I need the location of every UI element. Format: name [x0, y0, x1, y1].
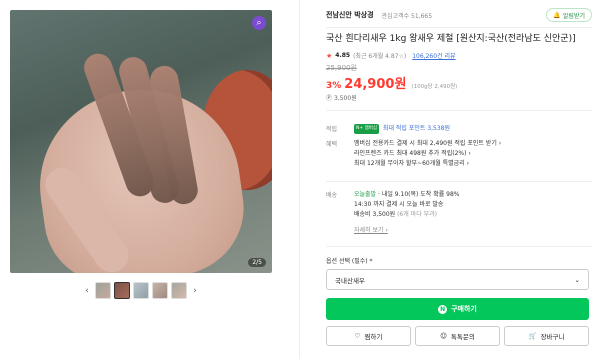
coin-icon: Ⓟ [326, 95, 333, 102]
divider [326, 181, 592, 182]
alarm-label: 알림받기 [562, 12, 585, 20]
chevron-right-icon[interactable]: › [190, 286, 200, 296]
divider [326, 110, 592, 111]
points-label: 적립 [326, 126, 338, 133]
membership-badge: N+ 멤버십 [354, 124, 379, 134]
product-info-panel: 전남신안 박상경 관심고객수 51,665 🔔 알림받기 국산 흰다리새우 1k… [312, 0, 592, 359]
option-selected: 국내산새우 [335, 276, 365, 285]
benefit-item[interactable]: 최대 12개월 무이자 할부~60개월 특별금리 › [354, 159, 592, 169]
delivery-label: 배송 [326, 192, 338, 199]
delivery-fee: 배송비 3,500원 [354, 211, 396, 218]
naver-pay-icon: N [438, 304, 448, 314]
benefit-label: 혜택 [326, 141, 338, 148]
delivery-section: 배송 오늘출발 · 내일 9.10(목) 도착 확률 98% 14:30 까지 … [326, 190, 592, 238]
cart-icon: 🛒 [528, 332, 537, 340]
thumbnail-2[interactable] [114, 282, 130, 299]
price-row: 3% 24,900원 (100g당 2,490원) [326, 73, 457, 92]
benefit-list: 멤버십 전용카드 결제 시 최대 2,490원 적립 포인트 받기 › 라인프렌… [354, 139, 592, 169]
benefit-section: 혜택 멤버십 전용카드 결제 시 최대 2,490원 적립 포인트 받기 › 라… [326, 139, 592, 173]
alarm-button[interactable]: 🔔 알림받기 [546, 8, 592, 22]
review-link[interactable]: 106,260건 리뷰 [412, 51, 455, 60]
points-small: 3,500원 [334, 95, 357, 102]
unit-price: (100g당 2,490원) [411, 84, 458, 90]
arrival-text: · 내일 9.10(목) 도착 확률 98% [378, 191, 460, 198]
buy-button[interactable]: N 구매하기 [326, 298, 589, 320]
heart-icon: ♡ [354, 332, 361, 340]
star-icon: ★ [326, 51, 333, 60]
points-text: 최대 적립 포인트 [382, 125, 426, 132]
points-value: 3,538원 [427, 125, 451, 132]
option-select[interactable]: 국내산새우 ⌄ [326, 269, 589, 290]
thumbnail-5[interactable] [171, 282, 187, 299]
secondary-actions: ♡ 찜하기 ☺ 톡톡문의 🛒 장바구니 [326, 326, 589, 346]
original-price: 25,900원 [326, 64, 357, 72]
points-row: Ⓟ 3,500원 [326, 93, 357, 102]
options-label: 옵션 선택 (필수) * [326, 258, 373, 265]
cutoff-text: 14:30 까지 결제 시 오늘 바로 발송 [354, 201, 444, 208]
image-counter: 2/5 [248, 258, 266, 267]
thumbnail-strip: ‹ › [82, 282, 200, 299]
rating-score: 4.85 [335, 52, 351, 59]
thumbnail-4[interactable] [152, 282, 168, 299]
wish-button[interactable]: ♡ 찜하기 [326, 326, 411, 346]
points-section: 적립 N+ 멤버십 최대 적립 포인트 3,538원 [326, 124, 592, 136]
store-name[interactable]: 전남신안 박상경 [326, 10, 374, 20]
discount-rate: 3% [326, 81, 342, 91]
sale-price: 24,900원 [344, 77, 407, 92]
cart-label: 장바구니 [540, 333, 565, 341]
chat-icon: ☺ [440, 332, 447, 340]
talk-label: 톡톡문의 [450, 333, 475, 341]
wish-label: 찜하기 [364, 333, 383, 341]
bell-icon: 🔔 [553, 11, 561, 19]
chevron-down-icon: ⌄ [574, 275, 580, 284]
delivery-more-link[interactable]: 자세히 보기 › [354, 227, 388, 234]
thumbnail-3[interactable] [133, 282, 149, 299]
delivery-fee-note: (6개 마다 부과) [397, 211, 438, 218]
gallery-panel: ⌕ 2/5 ‹ › [0, 0, 300, 359]
store-header: 전남신안 박상경 관심고객수 51,665 🔔 알림받기 [326, 8, 592, 22]
delivery-info: 오늘출발 · 내일 9.10(목) 도착 확률 98% 14:30 까지 결제 … [354, 190, 592, 236]
product-main-image[interactable]: ⌕ 2/5 [10, 10, 272, 273]
divider [326, 246, 592, 247]
zoom-icon[interactable]: ⌕ [252, 16, 266, 30]
thumbnail-1[interactable] [95, 282, 111, 299]
today-ship-badge: 오늘출발 [354, 191, 377, 198]
store-fav-count: 관심고객수 51,665 [381, 12, 433, 20]
rating-meta: (최근 6개월 4.87☆) [353, 53, 407, 60]
cart-button[interactable]: 🛒 장바구니 [504, 326, 589, 346]
product-title: 국산 흰다리새우 1kg 왕새우 제철 [원산지:국산(전라남도 신안군)] [326, 34, 576, 44]
benefit-item[interactable]: 라인프렌즈 카드 최대 498원 추가 적립(2%) › [354, 149, 592, 159]
points-content[interactable]: N+ 멤버십 최대 적립 포인트 3,538원 [354, 124, 592, 134]
divider [326, 27, 592, 28]
talk-button[interactable]: ☺ 톡톡문의 [415, 326, 500, 346]
buy-label: 구매하기 [451, 305, 477, 313]
benefit-item[interactable]: 멤버십 전용카드 결제 시 최대 2,490원 적립 포인트 받기 › [354, 139, 592, 149]
rating-row: ★ 4.85 (최근 6개월 4.87☆) 106,260건 리뷰 [326, 51, 456, 61]
chevron-left-icon[interactable]: ‹ [82, 286, 92, 296]
